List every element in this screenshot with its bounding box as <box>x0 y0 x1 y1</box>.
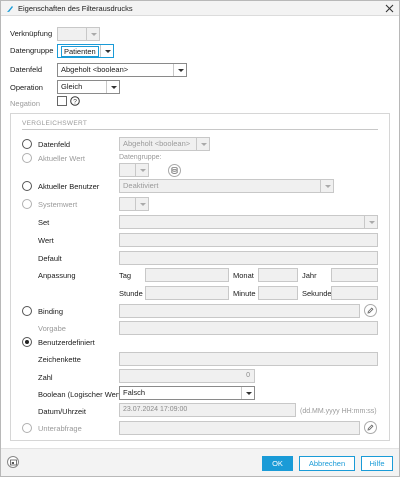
minute-input[interactable] <box>258 286 298 300</box>
chevron-down-icon <box>364 216 377 228</box>
set-select[interactable] <box>119 215 378 229</box>
default-input[interactable] <box>119 251 378 265</box>
systemwert-label: Systemwert <box>38 200 78 209</box>
datenfeld-radio[interactable] <box>22 139 32 149</box>
binding-edit-button[interactable] <box>364 304 377 317</box>
binding-label: Binding <box>38 307 64 316</box>
group-title-divider <box>22 129 378 130</box>
datum-format-hint: (dd.MM.yyyy HH:mm:ss) <box>300 408 377 415</box>
binding-input[interactable] <box>119 304 360 318</box>
aktueller-benutzer-label: Aktueller Benutzer <box>38 182 100 191</box>
systemwert-select[interactable] <box>119 197 149 211</box>
datenfeld-value: Abgeholt <boolean> <box>61 65 129 74</box>
set-label: Set <box>38 218 50 227</box>
ok-button[interactable]: OK <box>262 456 293 471</box>
datengruppe-value: Patienten <box>61 46 99 57</box>
monat-input[interactable] <box>258 268 298 282</box>
benutzerdefiniert-radio[interactable] <box>22 337 32 347</box>
aktueller-benutzer-value: Deaktiviert <box>123 181 159 190</box>
vorgabe-label: Vorgabe <box>38 324 66 333</box>
window-mode-button[interactable] <box>7 456 19 468</box>
datengruppe-select[interactable]: Patienten <box>57 44 114 58</box>
anpassung-label: Anpassung <box>38 271 76 280</box>
operation-value: Gleich <box>61 82 83 91</box>
negation-checkbox[interactable] <box>57 96 67 106</box>
group-datenfeld-select[interactable]: Abgeholt <boolean> <box>119 137 210 151</box>
svg-text:?: ? <box>73 98 77 105</box>
help-icon[interactable]: ? <box>70 96 80 106</box>
title-bar: Eigenschaften des Filterausdrucks <box>1 1 399 16</box>
zahl-input[interactable]: 0 <box>119 369 255 383</box>
binding-radio[interactable] <box>22 306 32 316</box>
chevron-down-icon <box>241 387 254 399</box>
chevron-down-icon <box>320 180 333 192</box>
negation-label: Negation <box>10 99 41 108</box>
group-datenfeld-value: Abgeholt <boolean> <box>123 139 191 148</box>
zeichenkette-label: Zeichenkette <box>38 355 81 364</box>
vorgabe-input[interactable] <box>119 321 378 335</box>
group-title: VERGLEICHSWERT <box>22 120 88 127</box>
pencil-icon <box>367 307 374 314</box>
operation-select[interactable]: Gleich <box>57 80 120 94</box>
systemwert-radio[interactable] <box>22 199 32 209</box>
stunde-input[interactable] <box>145 286 229 300</box>
datenfeld-radio-label: Datenfeld <box>38 140 71 149</box>
datum-value: 23.07.2024 17:09:00 <box>123 406 188 413</box>
window-icon <box>10 459 17 466</box>
zahl-value: 0 <box>246 372 250 379</box>
minute-label: Minute <box>233 289 256 298</box>
abbrechen-button[interactable]: Abbrechen <box>299 456 355 471</box>
monat-label: Monat <box>233 271 254 280</box>
chevron-down-icon <box>135 198 148 210</box>
datum-input[interactable]: 23.07.2024 17:09:00 <box>119 403 296 417</box>
tag-input[interactable] <box>145 268 229 282</box>
datenfeld-label: Datenfeld <box>10 65 43 74</box>
verknuepfung-label: Verknüpfung <box>10 29 53 38</box>
aktueller-wert-radio[interactable] <box>22 153 32 163</box>
chevron-down-icon <box>196 138 209 150</box>
datengruppe-label: Datengruppe <box>10 46 54 55</box>
zahl-label: Zahl <box>38 373 53 382</box>
stunde-label: Stunde <box>119 289 143 298</box>
chevron-down-icon <box>86 28 99 40</box>
database-icon <box>171 167 178 174</box>
boolean-select[interactable]: Falsch <box>119 386 255 400</box>
operation-label: Operation <box>10 83 43 92</box>
aktueller-benutzer-radio[interactable] <box>22 181 32 191</box>
chevron-down-icon <box>135 164 148 176</box>
boolean-label: Boolean (Logischer Wert) <box>38 390 123 399</box>
window-title: Eigenschaften des Filterausdrucks <box>18 4 133 13</box>
zeichenkette-input[interactable] <box>119 352 378 366</box>
datum-label: Datum/Uhrzeit <box>38 407 86 416</box>
unterabfrage-label: Unterabfrage <box>38 424 82 433</box>
wert-label: Wert <box>38 236 54 245</box>
benutzerdefiniert-label: Benutzerdefiniert <box>38 338 95 347</box>
chevron-down-icon <box>106 81 119 93</box>
verknuepfung-select[interactable] <box>57 27 100 41</box>
boolean-value: Falsch <box>123 388 146 397</box>
app-icon <box>7 6 13 12</box>
database-button[interactable] <box>168 164 181 177</box>
datengruppe-caption: Datengruppe: <box>119 154 162 161</box>
hilfe-button[interactable]: Hilfe <box>361 456 393 471</box>
tag-label: Tag <box>119 271 132 280</box>
wert-input[interactable] <box>119 233 378 247</box>
sekunde-input[interactable] <box>331 286 378 300</box>
chevron-down-icon <box>173 64 186 76</box>
aktueller-wert-label: Aktueller Wert <box>38 154 85 163</box>
unterabfrage-edit-button[interactable] <box>364 421 377 434</box>
pencil-icon <box>367 424 374 431</box>
unterabfrage-radio[interactable] <box>22 423 32 433</box>
close-icon[interactable] <box>385 4 394 13</box>
jahr-label: Jahr <box>302 271 317 280</box>
aktueller-benutzer-select[interactable]: Deaktiviert <box>119 179 334 193</box>
aktueller-wert-select[interactable] <box>119 163 149 177</box>
chevron-down-icon <box>100 45 113 57</box>
sekunde-label: Sekunde <box>302 289 332 298</box>
jahr-input[interactable] <box>331 268 378 282</box>
unterabfrage-input[interactable] <box>119 421 360 435</box>
default-label: Default <box>38 254 62 263</box>
datenfeld-select[interactable]: Abgeholt <boolean> <box>57 63 187 77</box>
